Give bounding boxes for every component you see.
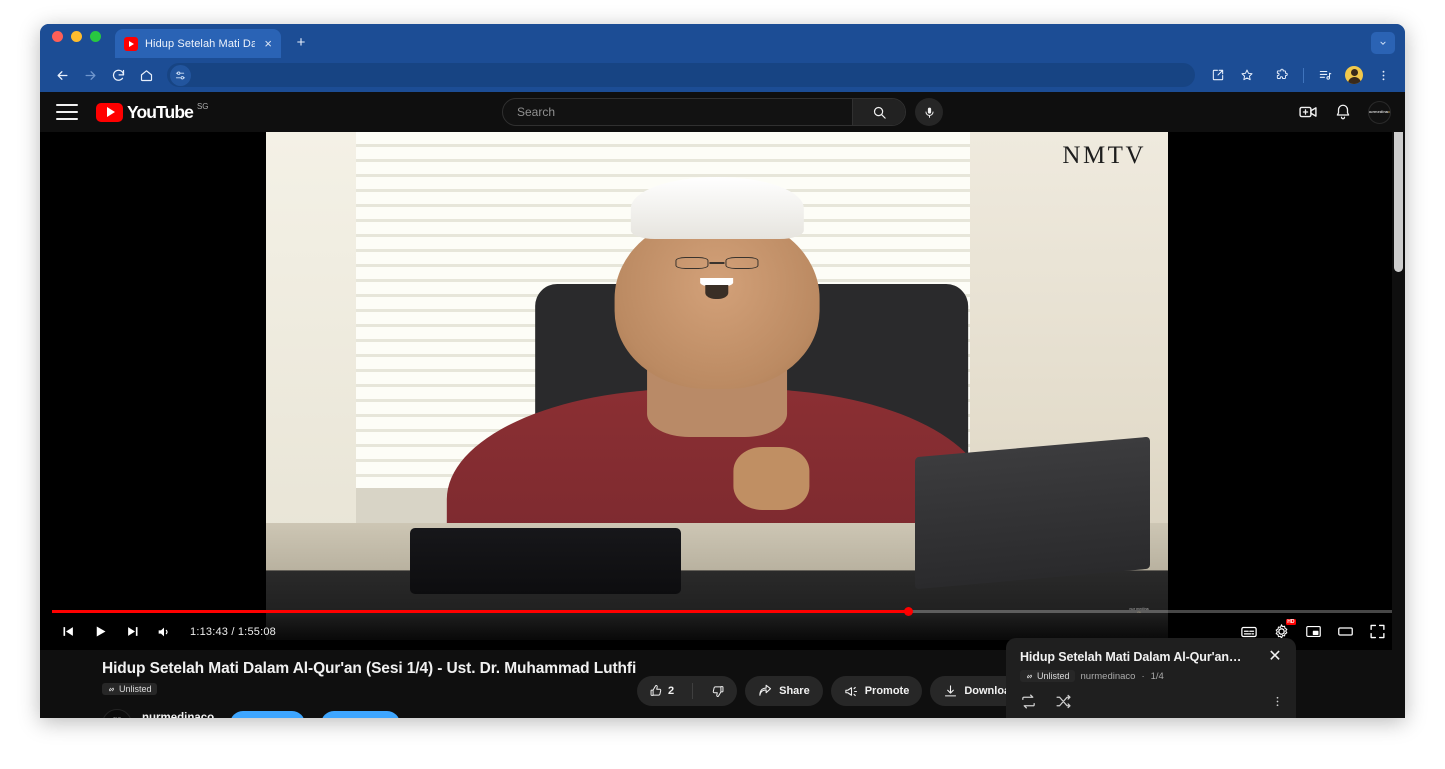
create-video-icon[interactable] <box>1298 102 1318 122</box>
chrome-menu-icon[interactable] <box>1370 62 1396 88</box>
visibility-badge: Unlisted <box>102 683 157 695</box>
voice-search-microphone-icon[interactable] <box>915 98 943 126</box>
youtube-country-code: SG <box>197 102 209 111</box>
playlist-subline: Unlisted nurmedinaco · 1/4 <box>1020 670 1284 682</box>
playlist-controls <box>1020 693 1284 718</box>
link-icon <box>107 685 116 694</box>
megaphone-icon <box>844 684 859 699</box>
playlist-index: 1/4 <box>1151 671 1164 682</box>
tune-sliders-icon[interactable] <box>170 65 191 86</box>
close-window-button[interactable] <box>52 31 63 42</box>
video-action-buttons: 2 Share Promote <box>637 676 1068 706</box>
miniplayer-icon[interactable] <box>1297 616 1329 648</box>
close-icon[interactable]: ✕ <box>1266 650 1284 664</box>
channel-avatar-line-1: nur <box>113 716 120 718</box>
share-label: Share <box>779 685 810 697</box>
search-icon[interactable] <box>852 99 905 125</box>
page-scrollbar[interactable] <box>1392 92 1405 718</box>
edit-video-button[interactable]: Edit video <box>321 711 400 719</box>
visibility-badge-label: Unlisted <box>119 684 152 694</box>
shuffle-icon[interactable] <box>1055 693 1072 710</box>
video-player[interactable]: NMTV nur medina co <box>40 132 1405 650</box>
notifications-bell-icon[interactable] <box>1334 103 1352 121</box>
youtube-play-icon <box>96 103 123 122</box>
like-dislike-divider <box>692 683 693 699</box>
minimize-window-button[interactable] <box>71 31 82 42</box>
home-icon[interactable] <box>133 62 159 88</box>
thumbs-up-icon <box>649 684 663 698</box>
channel-name[interactable]: nurmedinaco <box>142 712 214 719</box>
previous-icon[interactable] <box>52 616 84 648</box>
playlist-channel: nurmedinaco <box>1081 671 1136 682</box>
desktop-background: Hidup Setelah Mati Dalam Al- × + <box>0 0 1445 769</box>
promote-label: Promote <box>865 685 910 697</box>
share-arrow-icon <box>758 684 773 699</box>
account-avatar[interactable]: nur medina co <box>1368 101 1391 124</box>
loop-icon[interactable] <box>1020 693 1037 710</box>
share-button[interactable]: Share <box>745 676 823 706</box>
promote-button[interactable]: Promote <box>831 676 923 706</box>
avatar-line-2: medina <box>1374 110 1388 115</box>
analytics-button[interactable]: Analytics <box>230 711 305 719</box>
youtube-header-right: nur medina co <box>1298 101 1391 124</box>
youtube-wordmark: YouTube <box>127 103 193 122</box>
youtube-header: YouTube SG <box>40 92 1405 132</box>
like-count: 2 <box>668 685 674 697</box>
download-icon <box>943 684 958 699</box>
channel-info: nurmedinaco 243 subscribers <box>142 712 214 719</box>
profile-avatar[interactable] <box>1341 62 1367 88</box>
toolbar-right-icons <box>1205 62 1396 88</box>
link-icon <box>1025 672 1034 681</box>
new-tab-button[interactable]: + <box>291 32 311 52</box>
playlist-panel: Hidup Setelah Mati Dalam Al-Qur'an… ✕ Un… <box>1006 638 1296 718</box>
thumbs-down-icon <box>711 684 725 698</box>
video-scene <box>266 132 1168 640</box>
toolbar-divider <box>1303 68 1304 83</box>
tab-title: Hidup Setelah Mati Dalam Al- <box>145 38 255 50</box>
install-app-icon[interactable] <box>1205 62 1231 88</box>
bookmark-star-icon[interactable] <box>1234 62 1260 88</box>
browser-tab[interactable]: Hidup Setelah Mati Dalam Al- × <box>115 29 281 58</box>
close-tab-button[interactable]: × <box>262 36 274 51</box>
quality-hd-badge: HD <box>1286 619 1296 625</box>
address-bar[interactable] <box>167 63 1195 87</box>
fullscreen-icon[interactable] <box>1361 616 1393 648</box>
channel-avatar[interactable]: nur medina co <box>102 709 132 719</box>
volume-icon[interactable] <box>148 616 180 648</box>
youtube-logo[interactable]: YouTube SG <box>96 103 209 122</box>
playlist-title[interactable]: Hidup Setelah Mati Dalam Al-Qur'an… <box>1020 650 1266 664</box>
search-input[interactable] <box>503 105 852 119</box>
next-icon[interactable] <box>116 616 148 648</box>
dislike-button[interactable] <box>699 676 737 706</box>
playlist-visibility-badge: Unlisted <box>1020 670 1075 682</box>
avatar-line-3: co <box>1388 110 1391 114</box>
search-box[interactable] <box>502 98 906 126</box>
tab-search-chevron-down-icon[interactable] <box>1371 32 1395 54</box>
youtube-search-area <box>40 98 1405 126</box>
window-controls <box>52 24 101 58</box>
reading-list-icon[interactable] <box>1312 62 1338 88</box>
youtube-page: YouTube SG <box>40 92 1405 718</box>
maximize-window-button[interactable] <box>90 31 101 42</box>
time-display: 1:13:43 / 1:55:08 <box>190 626 276 638</box>
theater-mode-icon[interactable] <box>1329 616 1361 648</box>
like-button[interactable]: 2 <box>637 676 686 706</box>
browser-tab-strip: Hidup Setelah Mati Dalam Al- × + <box>40 24 1405 58</box>
like-dislike-group: 2 <box>637 676 737 706</box>
reload-icon[interactable] <box>105 62 131 88</box>
back-arrow-icon[interactable] <box>49 62 75 88</box>
nmtv-watermark: NMTV <box>1062 142 1146 170</box>
forward-arrow-icon[interactable] <box>77 62 103 88</box>
extensions-icon[interactable] <box>1269 62 1295 88</box>
youtube-favicon-icon <box>124 37 138 51</box>
video-frame: NMTV nur medina co <box>266 132 1168 640</box>
playlist-visibility-label: Unlisted <box>1037 671 1070 681</box>
more-vertical-icon[interactable] <box>1271 695 1284 708</box>
browser-window: Hidup Setelah Mati Dalam Al- × + <box>40 24 1405 718</box>
playlist-header: Hidup Setelah Mati Dalam Al-Qur'an… ✕ <box>1020 650 1284 664</box>
playlist-separator: · <box>1141 671 1144 682</box>
play-icon[interactable] <box>84 616 116 648</box>
browser-toolbar <box>40 58 1405 92</box>
guide-menu-icon[interactable] <box>56 104 78 120</box>
